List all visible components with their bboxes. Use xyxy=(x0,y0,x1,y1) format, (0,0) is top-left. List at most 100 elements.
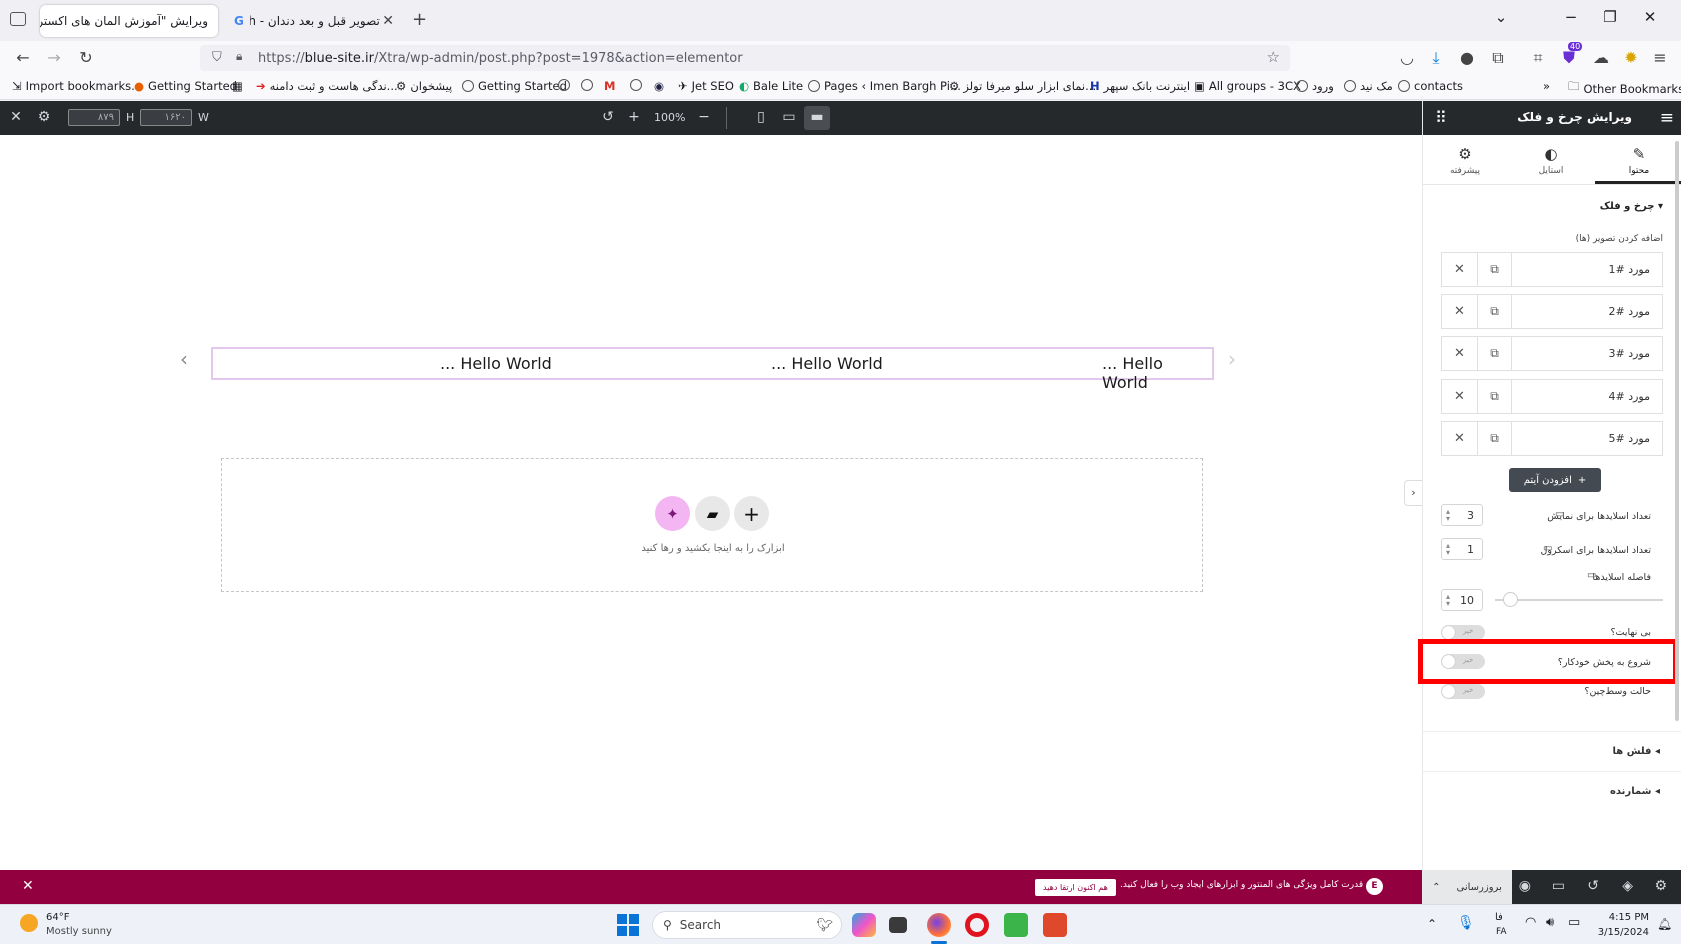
bookmark-globe-b[interactable] xyxy=(581,79,593,91)
bookmark-getting-started-2[interactable]: Getting Started xyxy=(462,79,567,93)
forward-icon[interactable]: → xyxy=(43,48,65,67)
close-icon[interactable]: ✕ xyxy=(6,109,26,125)
windows-start-icon[interactable] xyxy=(617,914,639,936)
carousel-widget[interactable]: ... Hello World ... Hello World ... Hell… xyxy=(211,347,1214,392)
history-icon[interactable]: ↺ xyxy=(1587,878,1599,894)
bookmark-o[interactable]: ◉ xyxy=(654,79,664,93)
bookmark-globe-c[interactable] xyxy=(630,79,642,91)
new-tab-button[interactable]: + xyxy=(412,9,427,30)
bookmark-login[interactable]: ورود xyxy=(1296,79,1334,93)
width-input[interactable]: ۱۶۲۰ xyxy=(140,109,192,126)
settings-icon[interactable]: ⚙ xyxy=(1654,878,1667,894)
tab-elementor[interactable]: ویرایش "آموزش المان های اکسترا - ... ✕ xyxy=(40,5,218,37)
bookmark-getting-started[interactable]: ● Getting Started xyxy=(134,79,237,93)
more-bookmarks-icon[interactable]: » xyxy=(1543,79,1550,93)
firefox-taskbar-icon[interactable] xyxy=(927,913,951,937)
remove-item-icon[interactable]: ✕ xyxy=(1442,337,1477,370)
bookmark-gmail[interactable]: M xyxy=(604,79,615,93)
stepper-icon[interactable]: ▴ ▾ xyxy=(1446,593,1450,608)
hamburger-icon[interactable]: ≡ xyxy=(1660,108,1674,128)
gear-icon[interactable]: ⚙ xyxy=(34,109,54,125)
stepper-icon[interactable]: ▴ ▾ xyxy=(1446,508,1450,523)
add-section-button[interactable]: + xyxy=(734,496,769,531)
tab-search[interactable]: G تصویر قبل و بعد دندان - Search ✕ xyxy=(224,5,404,37)
bookmark-calendar[interactable]: ▦ xyxy=(232,79,243,93)
other-bookmarks[interactable]: 🗀︎ Other Bookmarks xyxy=(1568,79,1681,98)
reload-icon[interactable]: ↻ xyxy=(75,48,97,67)
tab-content[interactable]: ✎ محتوا xyxy=(1609,145,1669,176)
zoom-out-icon[interactable]: − xyxy=(694,109,714,125)
tablet-icon[interactable]: ▭ xyxy=(779,109,799,125)
remove-item-icon[interactable]: ✕ xyxy=(1442,253,1477,286)
panel-collapse-icon[interactable]: › xyxy=(1404,480,1422,506)
desktop-icon[interactable]: ▬ xyxy=(804,106,830,130)
wifi-icon[interactable]: ◠ xyxy=(1525,915,1536,930)
monitor-icon[interactable]: ▭ xyxy=(1555,509,1564,520)
panel-scrollbar[interactable] xyxy=(1675,141,1679,721)
tab-list-icon[interactable] xyxy=(10,12,26,26)
bookmark-bank[interactable]: H اینترنت بانک سپهر xyxy=(1090,79,1190,93)
list-all-tabs-icon[interactable]: ⌄ xyxy=(1488,8,1514,26)
bookmark-host[interactable]: ➔ ...ندگی هاست و ثبت دامنه xyxy=(256,79,398,93)
battery-icon[interactable]: ▭ xyxy=(1568,915,1580,930)
slide-gap-slider-track[interactable] xyxy=(1495,599,1663,601)
carousel-prev-arrow[interactable]: ‹ xyxy=(180,347,188,371)
duplicate-item-icon[interactable]: ⧉ xyxy=(1477,337,1512,370)
duplicate-item-icon[interactable]: ⧉ xyxy=(1477,295,1512,328)
bookmark-globe-a[interactable] xyxy=(558,79,570,91)
close-tab-icon[interactable]: ✕ xyxy=(382,13,394,29)
ai-sparkle-button[interactable]: ✦ xyxy=(655,496,690,531)
maximize-button[interactable]: ❐ xyxy=(1597,8,1623,26)
zoom-in-icon[interactable]: + xyxy=(624,109,644,125)
stepper-icon[interactable]: ▴ ▾ xyxy=(1446,542,1450,557)
weather-icon[interactable] xyxy=(20,914,38,932)
height-input[interactable]: ۸۷۹ xyxy=(68,109,120,126)
copilot-icon[interactable] xyxy=(852,913,876,937)
clock-date[interactable]: 3/15/2024 xyxy=(1595,927,1649,938)
account-icon[interactable]: ● xyxy=(1456,48,1478,67)
extension-badge-icon[interactable]: ⛊ 40 xyxy=(1558,42,1583,68)
monitor-icon[interactable]: ▭ xyxy=(1543,543,1552,554)
download-icon[interactable]: ⤓ xyxy=(1425,48,1447,68)
language-code[interactable]: فا xyxy=(1495,912,1503,923)
mobile-icon[interactable]: ▯ xyxy=(751,109,771,125)
notice-cta-button[interactable]: هم اکنون ارتقا دهید xyxy=(1035,879,1116,896)
chevron-up-icon[interactable]: ⌃ xyxy=(1432,882,1440,893)
bookmark-pages[interactable]: Pages ‹ Imen Bargh Pi... xyxy=(808,79,961,93)
crop-icon[interactable]: ⌗ xyxy=(1527,48,1549,68)
repeater-item[interactable]: ✕ ⧉ مورد #2 xyxy=(1441,294,1663,329)
opera-icon[interactable] xyxy=(965,913,989,937)
navigator-icon[interactable]: ◈ xyxy=(1622,878,1633,894)
bookmark-star-icon[interactable]: ☆ xyxy=(1267,48,1280,66)
add-item-button[interactable]: + افزودن آیتم xyxy=(1509,468,1601,492)
back-icon[interactable]: ← xyxy=(12,48,34,67)
bookmark-contacts[interactable]: contacts xyxy=(1398,79,1463,93)
camtasia-icon[interactable] xyxy=(1004,913,1028,937)
remove-item-icon[interactable]: ✕ xyxy=(1442,380,1477,413)
bookmark-tools[interactable]: ⚙ ...نمای ابزار سلو میرفا تولز xyxy=(949,79,1096,93)
preview-eye-icon[interactable]: ◉ xyxy=(1519,878,1531,894)
slides-to-scroll-input[interactable]: ▴ ▾ 1 xyxy=(1441,538,1483,560)
slides-to-show-input[interactable]: ▴ ▾ 3 xyxy=(1441,504,1483,526)
menu-icon[interactable]: ≡ xyxy=(1649,48,1671,67)
tab-style[interactable]: ◐ استایل xyxy=(1521,145,1581,176)
duplicate-item-icon[interactable]: ⧉ xyxy=(1477,253,1512,286)
extensions-icon[interactable]: ⧉ xyxy=(1487,48,1509,68)
bookmark-import[interactable]: ⇲ Import bookmarks... xyxy=(12,79,142,93)
minimize-button[interactable]: − xyxy=(1558,8,1584,26)
section-header-carousel[interactable]: ▾ چرخ و فلک xyxy=(1600,201,1663,212)
bookmark-bale-lite[interactable]: ◐ Bale Lite xyxy=(739,79,803,93)
apps-grid-icon[interactable]: ⠿ xyxy=(1435,108,1447,127)
repeater-item[interactable]: ✕ ⧉ مورد #4 xyxy=(1441,379,1663,414)
duplicate-item-icon[interactable]: ⧉ xyxy=(1477,380,1512,413)
microphone-icon[interactable]: 🎙︎ xyxy=(1457,915,1475,931)
recorder-icon[interactable] xyxy=(1043,913,1067,937)
widget-dropzone[interactable]: ✦ ▰ + ابزارک را به اینجا بکشید و رها کنی… xyxy=(221,458,1203,592)
lock-icon[interactable]: 🔒︎ xyxy=(236,49,242,64)
language-indicator[interactable]: FA xyxy=(1496,927,1507,937)
file-explorer-icon[interactable] xyxy=(889,917,907,933)
remove-item-icon[interactable]: ✕ xyxy=(1442,295,1477,328)
tray-chevron-icon[interactable]: ⌃ xyxy=(1427,917,1437,931)
shield-icon[interactable]: ⛉ xyxy=(212,50,222,65)
bookmark-3cx[interactable]: ▣ All groups - 3CX xyxy=(1194,79,1301,93)
